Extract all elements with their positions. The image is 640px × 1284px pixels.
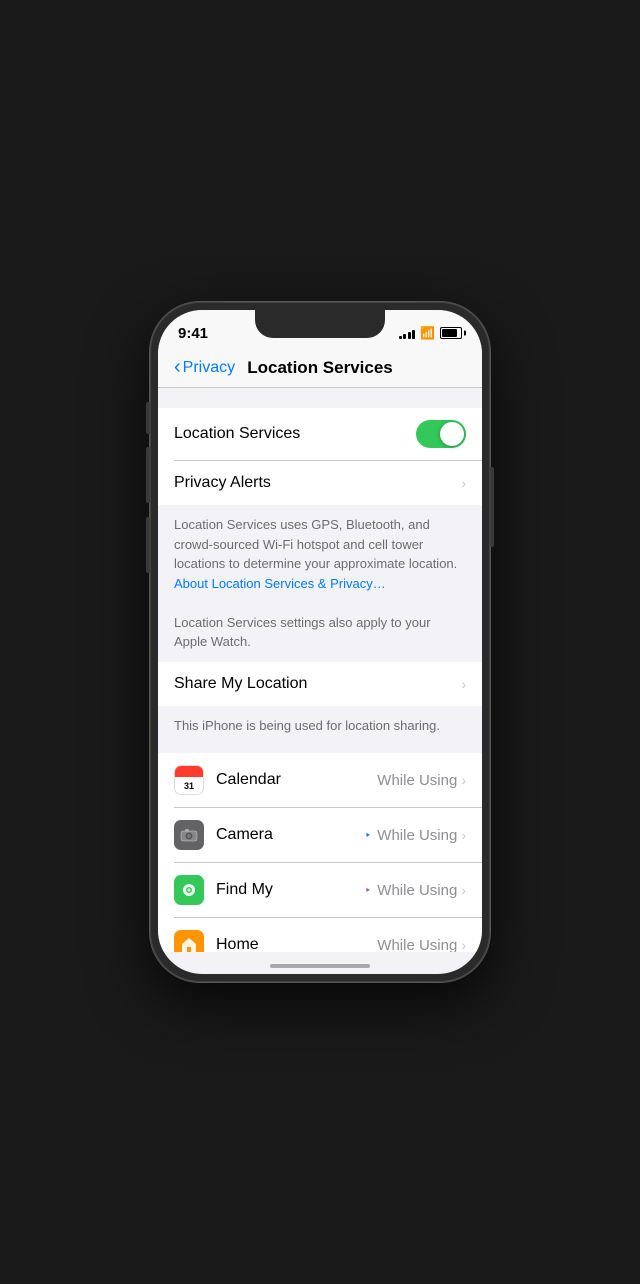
content-scroll[interactable]: Location Services Privacy Alerts › Locat… [158, 388, 482, 952]
location-services-toggle[interactable] [416, 420, 466, 448]
list-item[interactable]: Home While Using › [158, 918, 482, 952]
spacer3 [158, 745, 482, 753]
about-link[interactable]: About Location Services & Privacy… [174, 576, 386, 591]
chevron-icon: › [461, 827, 466, 843]
app-row-left: 31 Calendar [174, 765, 377, 795]
back-button[interactable]: ‹ Privacy [174, 356, 235, 379]
app-row-left: Find My [174, 875, 365, 905]
app-name-label: Find My [216, 881, 273, 899]
battery-icon [440, 327, 462, 339]
share-location-sub: This iPhone is being used for location s… [174, 718, 440, 733]
list-item[interactable]: Find My ‣ While Using › [158, 863, 482, 917]
privacy-alerts-right: › [461, 475, 466, 491]
back-label: Privacy [183, 359, 235, 377]
apps-section: 31 Calendar While Using › Camera ‣ [158, 753, 482, 952]
chevron-icon: › [461, 937, 466, 952]
status-icons: 📶 [399, 326, 462, 340]
app-permission-value: While Using [377, 937, 457, 953]
chevron-icon: › [461, 475, 466, 491]
privacy-alerts-label: Privacy Alerts [174, 474, 271, 492]
location-services-section: Location Services Privacy Alerts › [158, 408, 482, 505]
description-text1: Location Services uses GPS, Bluetooth, a… [174, 517, 457, 571]
location-services-label: Location Services [174, 425, 300, 443]
nav-title: Location Services [247, 358, 393, 378]
app-row-right: ‣ While Using › [365, 882, 466, 899]
app-name-label: Camera [216, 826, 273, 844]
list-item[interactable]: 31 Calendar While Using › [158, 753, 482, 807]
app-permission-value: While Using [377, 772, 457, 789]
share-my-location-right: › [461, 676, 466, 692]
app-name-label: Home [216, 936, 259, 952]
app-row-left: Camera [174, 820, 365, 850]
volume-down-button[interactable] [146, 517, 150, 573]
app-row-right: While Using › [377, 772, 466, 789]
share-location-section: Share My Location › [158, 662, 482, 706]
chevron-icon: › [461, 772, 466, 788]
back-chevron-icon: ‹ [174, 356, 181, 379]
share-my-location-label: Share My Location [174, 675, 307, 693]
nav-bar: ‹ Privacy Location Services [158, 350, 482, 388]
chevron-icon2: › [461, 676, 466, 692]
app-row-left: Home [174, 930, 377, 952]
app-permission-value: While Using [377, 827, 457, 844]
location-arrow-icon: ‣ [365, 884, 372, 897]
app-icon-camera [174, 820, 204, 850]
phone-screen: 9:41 📶 ‹ Privacy Location Services [158, 310, 482, 974]
description-section: Location Services uses GPS, Bluetooth, a… [158, 505, 482, 662]
location-arrow-icon: ‣ [365, 829, 372, 842]
chevron-icon: › [461, 882, 466, 898]
home-indicator [270, 964, 370, 968]
app-permission-value: While Using [377, 882, 457, 899]
privacy-alerts-row[interactable]: Privacy Alerts › [158, 461, 482, 505]
power-button[interactable] [490, 467, 494, 547]
wifi-icon: 📶 [420, 326, 435, 340]
signal-icon [399, 327, 416, 339]
status-time: 9:41 [178, 325, 208, 342]
spacer [158, 388, 482, 408]
volume-up-button[interactable] [146, 447, 150, 503]
mute-button[interactable] [146, 402, 150, 434]
share-location-description: This iPhone is being used for location s… [158, 706, 482, 746]
notch [255, 310, 385, 338]
app-row-right: While Using › [377, 937, 466, 953]
toggle-knob [440, 422, 464, 446]
location-services-row[interactable]: Location Services [158, 408, 482, 460]
app-row-right: ‣ While Using › [365, 827, 466, 844]
description-text2: Location Services settings also apply to… [174, 615, 431, 650]
app-icon-findmy [174, 875, 204, 905]
share-my-location-row[interactable]: Share My Location › [158, 662, 482, 706]
phone-frame: 9:41 📶 ‹ Privacy Location Services [150, 302, 490, 982]
app-icon-home [174, 930, 204, 952]
app-name-label: Calendar [216, 771, 281, 789]
app-icon-calendar: 31 [174, 765, 204, 795]
list-item[interactable]: Camera ‣ While Using › [158, 808, 482, 862]
